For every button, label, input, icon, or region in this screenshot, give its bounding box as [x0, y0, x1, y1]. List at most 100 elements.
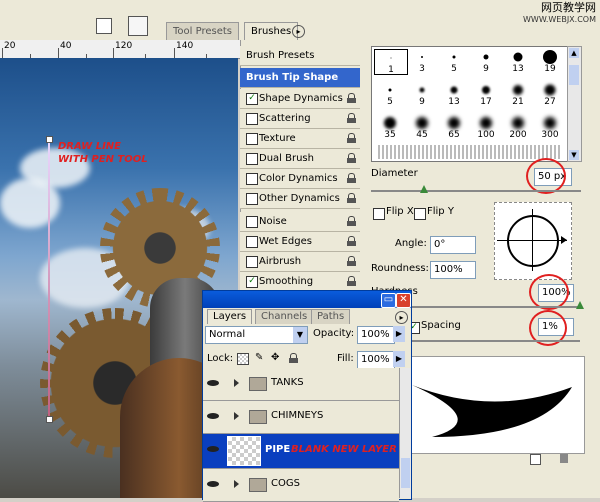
- spacing-slider[interactable]: [412, 340, 580, 342]
- list-item-other-dynamics[interactable]: Other Dynamics: [240, 189, 360, 209]
- document-icon[interactable]: [96, 18, 112, 34]
- lock-icon[interactable]: [347, 113, 356, 123]
- brush-tip[interactable]: 13: [438, 82, 470, 107]
- lock-move-icon[interactable]: ✥: [271, 353, 281, 363]
- list-item-shape-dynamics[interactable]: ✓ Shape Dynamics: [240, 89, 360, 109]
- brush-tip[interactable]: 45: [406, 115, 438, 140]
- brush-tip[interactable]: 35: [374, 115, 406, 140]
- brush-tip[interactable]: 200: [502, 115, 534, 140]
- brush-tip[interactable]: 17: [470, 82, 502, 107]
- opacity-arrow[interactable]: ▶: [393, 326, 405, 342]
- tab-layers[interactable]: Layers: [207, 309, 253, 324]
- brush-tip-grid[interactable]: 1 3 5 9 13 19 5 9 13 17 21 27 35 45 65 1…: [371, 46, 569, 162]
- list-item-smoothing[interactable]: ✓ Smoothing: [240, 272, 360, 292]
- list-item-noise[interactable]: Noise: [240, 212, 360, 232]
- lock-icon[interactable]: [347, 133, 356, 143]
- lock-icon[interactable]: [347, 276, 356, 286]
- flip-x-checkbox[interactable]: [373, 208, 385, 220]
- checkbox[interactable]: [246, 236, 258, 248]
- panel-menu-button[interactable]: ▸: [292, 25, 305, 38]
- brush-tip[interactable]: 9: [406, 82, 438, 107]
- new-brush-icon[interactable]: [530, 454, 541, 465]
- layer-row-chimneys[interactable]: CHIMNEYS: [203, 401, 399, 434]
- close-button[interactable]: ✕: [396, 293, 411, 308]
- lock-paint-icon[interactable]: ✎: [255, 353, 265, 363]
- layers-scrollbar[interactable]: [399, 368, 411, 498]
- list-item-wet-edges[interactable]: Wet Edges: [240, 232, 360, 252]
- eye-icon[interactable]: [207, 411, 221, 421]
- diameter-slider-thumb[interactable]: [420, 185, 428, 193]
- diameter-slider[interactable]: [371, 190, 581, 192]
- hardness-slider[interactable]: [412, 306, 580, 308]
- expand-icon[interactable]: [234, 480, 239, 488]
- eye-icon[interactable]: [207, 444, 221, 454]
- checkbox[interactable]: [246, 256, 258, 268]
- lock-icon[interactable]: [347, 236, 356, 246]
- brush-grid-scrollbar[interactable]: ▲ ▼: [567, 46, 582, 162]
- lock-icon[interactable]: [347, 193, 356, 203]
- checkbox[interactable]: [246, 193, 258, 205]
- expand-icon[interactable]: [234, 412, 239, 420]
- eye-icon[interactable]: [207, 378, 221, 388]
- checkbox[interactable]: [246, 133, 258, 145]
- list-item-scattering[interactable]: Scattering: [240, 109, 360, 129]
- lock-transparent-icon[interactable]: [237, 353, 249, 365]
- list-item-airbrush[interactable]: Airbrush: [240, 252, 360, 272]
- checkbox[interactable]: [246, 216, 258, 228]
- pen-anchor[interactable]: [46, 416, 53, 423]
- layer-row-cogs[interactable]: COGS: [203, 469, 399, 502]
- lock-icon[interactable]: [347, 256, 356, 266]
- brush-tip[interactable]: 1: [374, 49, 408, 75]
- checkbox[interactable]: [246, 153, 258, 165]
- layers-titlebar[interactable]: ▭ ✕: [203, 291, 411, 308]
- checkbox[interactable]: [246, 113, 258, 125]
- lock-icon[interactable]: [347, 153, 356, 163]
- layer-row-tanks[interactable]: TANKS: [203, 368, 399, 401]
- list-item-dual-brush[interactable]: Dual Brush: [240, 149, 360, 169]
- list-item-brush-presets[interactable]: Brush Presets: [240, 46, 360, 66]
- list-item-texture[interactable]: Texture: [240, 129, 360, 149]
- brush-tip[interactable]: 9: [470, 49, 502, 74]
- tab-channels[interactable]: Channels: [255, 309, 314, 324]
- list-item-color-dynamics[interactable]: Color Dynamics: [240, 169, 360, 189]
- brush-tip[interactable]: 19: [534, 49, 566, 74]
- lock-icon[interactable]: [347, 216, 356, 226]
- brush-tip[interactable]: 5: [374, 82, 406, 107]
- brush-tip[interactable]: 13: [502, 49, 534, 74]
- brush-tip[interactable]: 65: [438, 115, 470, 140]
- angle-roundness-preview[interactable]: [494, 202, 572, 280]
- expand-icon[interactable]: [234, 379, 239, 387]
- brush-tip[interactable]: 100: [470, 115, 502, 140]
- trash-icon[interactable]: [560, 454, 568, 463]
- minimize-button[interactable]: ▭: [381, 293, 396, 308]
- fill-arrow[interactable]: ▶: [393, 351, 405, 367]
- chevron-down-icon[interactable]: ▼: [293, 327, 307, 343]
- brush-tip[interactable]: 300: [534, 115, 566, 140]
- blend-mode-select[interactable]: Normal ▼: [205, 326, 308, 344]
- brush-tip[interactable]: 3: [406, 49, 438, 74]
- flip-y-checkbox[interactable]: [414, 208, 426, 220]
- hardness-slider-thumb[interactable]: [576, 301, 584, 309]
- brush-tip[interactable]: 21: [502, 82, 534, 107]
- tab-tool-presets[interactable]: Tool Presets: [166, 22, 239, 40]
- brush-palette-icon[interactable]: [128, 16, 148, 36]
- layer-row-pipe[interactable]: PIPE BLANK NEW LAYER: [203, 434, 399, 469]
- opacity-field[interactable]: 100%: [357, 326, 395, 344]
- tab-brushes[interactable]: Brushes: [244, 22, 299, 40]
- lock-icon[interactable]: [347, 93, 356, 103]
- lock-icon[interactable]: [347, 173, 356, 183]
- checkbox[interactable]: ✓: [246, 276, 258, 288]
- fill-field[interactable]: 100%: [357, 351, 395, 369]
- checkbox[interactable]: [246, 173, 258, 185]
- pen-anchor[interactable]: [46, 136, 53, 143]
- angle-field[interactable]: 0°: [430, 236, 476, 254]
- tab-paths[interactable]: Paths: [311, 309, 351, 324]
- brush-tip[interactable]: 5: [438, 49, 470, 74]
- scatter-brush-row[interactable]: [378, 145, 562, 159]
- checkbox[interactable]: ✓: [246, 93, 258, 105]
- brush-tip[interactable]: 27: [534, 82, 566, 107]
- roundness-field[interactable]: 100%: [430, 261, 476, 279]
- eye-icon[interactable]: [207, 479, 221, 489]
- list-item-brush-tip-shape[interactable]: Brush Tip Shape: [240, 68, 360, 88]
- layers-menu-button[interactable]: ▸: [395, 311, 408, 324]
